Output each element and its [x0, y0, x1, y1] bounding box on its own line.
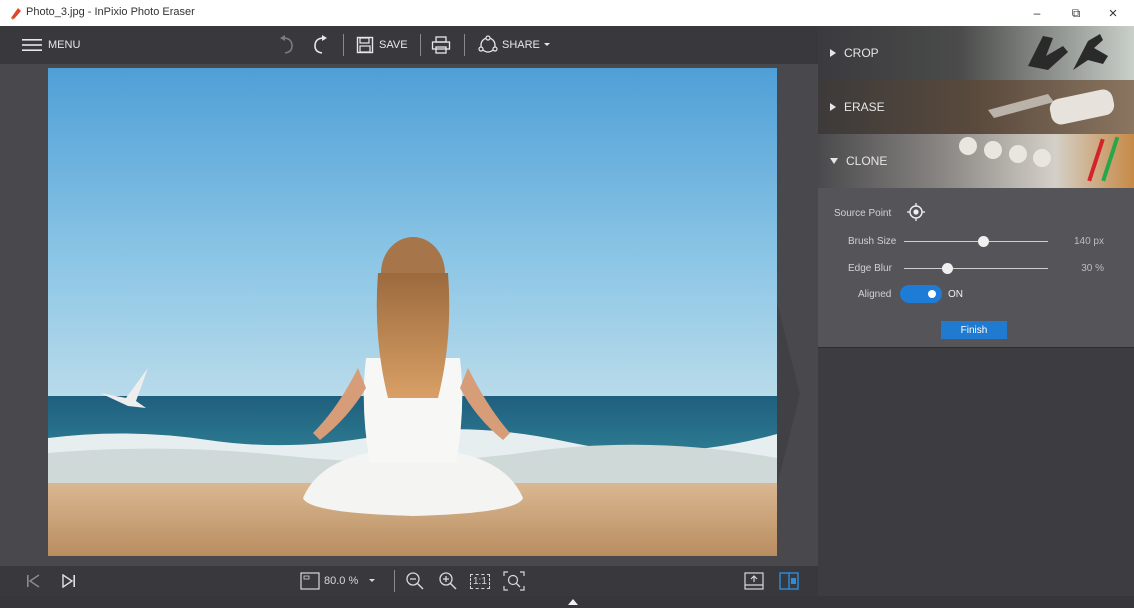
app-logo-icon — [11, 8, 21, 20]
chevron-down-icon — [830, 158, 838, 164]
zoom-fit-button[interactable] — [503, 566, 525, 596]
edge-blur-slider[interactable] — [904, 263, 1048, 274]
status-bar — [0, 596, 1134, 608]
split-view-button[interactable] — [779, 566, 799, 596]
share-icon — [478, 35, 498, 53]
redo-button[interactable] — [310, 26, 330, 64]
tools-panel: CROP ERASE CLONE Source Point Brush Size… — [818, 26, 1134, 596]
title-bar: Photo_3.jpg - InPixio Photo Eraser – ⧉ × — [0, 0, 1134, 26]
erase-label: ERASE — [844, 100, 885, 114]
restore-button[interactable]: ⧉ — [1057, 0, 1095, 26]
next-image-button[interactable] — [60, 566, 76, 596]
finish-button[interactable]: Finish — [941, 321, 1007, 339]
crop-section-header[interactable]: CROP — [818, 26, 1134, 80]
print-button[interactable] — [431, 26, 451, 64]
print-icon — [431, 36, 451, 54]
undo-button[interactable] — [277, 26, 297, 64]
chevron-right-icon — [830, 103, 836, 111]
hamburger-icon — [22, 39, 42, 51]
minimize-button[interactable]: – — [1018, 0, 1056, 26]
brush-size-value: 140 px — [1073, 236, 1104, 247]
chevron-down-icon — [543, 43, 550, 46]
menu-label: MENU — [48, 39, 81, 51]
share-label: SHARE — [502, 39, 540, 51]
aligned-toggle-knob — [928, 290, 936, 298]
source-point-label: Source Point — [834, 208, 892, 219]
clone-label-row: CLONE — [830, 154, 887, 168]
zoom-value: 80.0 % — [324, 575, 359, 587]
zoom-in-button[interactable] — [438, 566, 458, 596]
brush-size-label: Brush Size — [848, 236, 897, 247]
crop-label-row: CROP — [830, 46, 879, 60]
chevron-right-icon — [830, 49, 836, 57]
zoom-fit-icon — [503, 571, 525, 591]
zoom-in-icon — [439, 572, 457, 590]
top-toolbar: MENU SAVE SHARE — [0, 26, 818, 64]
window-title: Photo_3.jpg - InPixio Photo Eraser — [26, 6, 195, 18]
toolbar-divider — [394, 570, 395, 592]
zoom-control[interactable]: 80.0 % — [300, 566, 376, 596]
undo-icon — [280, 35, 293, 54]
aligned-label: Aligned — [858, 289, 892, 300]
save-button[interactable]: SAVE — [356, 26, 408, 64]
erase-section-header[interactable]: ERASE — [818, 80, 1134, 134]
previous-image-button[interactable] — [26, 566, 42, 596]
clone-section-header[interactable]: CLONE — [818, 134, 1134, 188]
expand-up-icon[interactable] — [567, 598, 579, 606]
brush-size-slider-handle[interactable] — [977, 236, 989, 247]
chevron-down-icon — [369, 579, 376, 582]
compare-view-button[interactable] — [744, 566, 764, 596]
toolbar-divider — [343, 34, 344, 56]
editor-area: MENU SAVE SHARE 80.0 % 1:1 — [0, 26, 818, 596]
save-icon — [356, 36, 374, 54]
bottom-toolbar: 80.0 % 1:1 — [0, 566, 818, 596]
aligned-toggle[interactable] — [900, 285, 942, 303]
skip-previous-icon — [27, 574, 40, 588]
fit-to-window-icon — [300, 572, 320, 590]
actual-size-label: 1:1 — [470, 573, 490, 589]
erase-label-row: ERASE — [830, 100, 885, 114]
save-label: SAVE — [379, 39, 408, 51]
clone-label: CLONE — [846, 154, 888, 168]
toolbar-divider — [464, 34, 465, 56]
canvas-shadow-decoration — [770, 274, 800, 514]
zoom-out-button[interactable] — [405, 566, 425, 596]
clone-options: Source Point Brush Size 140 px Edge Blur… — [818, 188, 1134, 348]
menu-button[interactable]: MENU — [22, 26, 80, 64]
aligned-state: ON — [948, 289, 963, 300]
actual-size-button[interactable]: 1:1 — [470, 566, 490, 596]
source-point-target-icon[interactable] — [906, 202, 926, 222]
close-button[interactable]: × — [1094, 0, 1132, 26]
share-button[interactable]: SHARE — [477, 26, 551, 64]
edge-blur-slider-handle[interactable] — [941, 263, 953, 274]
skip-next-icon — [62, 574, 75, 588]
single-view-icon — [744, 572, 764, 590]
edge-blur-value: 30 % — [1081, 263, 1104, 274]
zoom-out-icon — [406, 572, 424, 590]
toolbar-divider — [420, 34, 421, 56]
photo-canvas[interactable] — [48, 68, 777, 556]
redo-icon — [314, 35, 327, 54]
split-view-icon — [779, 572, 799, 590]
brush-size-slider[interactable] — [904, 236, 1048, 247]
crop-label: CROP — [844, 46, 879, 60]
edge-blur-label: Edge Blur — [848, 263, 892, 274]
